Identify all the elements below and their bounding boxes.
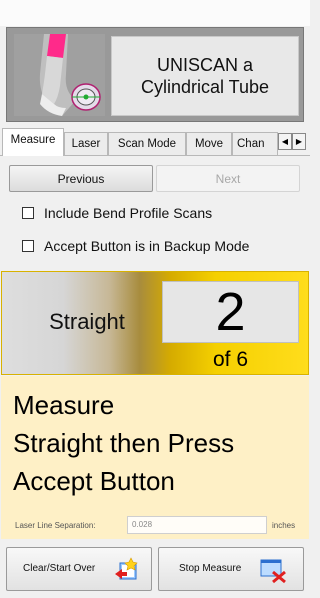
tab-scan-mode[interactable]: Scan Mode — [108, 132, 186, 155]
accept-backup-mode-option[interactable]: Accept Button is in Backup Mode — [22, 236, 249, 256]
page-title: UNISCAN a Cylindrical Tube — [111, 36, 299, 116]
include-bend-profile-option[interactable]: Include Bend Profile Scans — [22, 203, 212, 223]
straight-status-panel: Straight 2 of 6 — [1, 271, 309, 375]
stop-measure-label: Stop Measure — [179, 563, 242, 574]
arrow-right-icon: ▶ — [295, 137, 303, 146]
measure-panel: Previous Next Include Bend Profile Scans… — [0, 156, 310, 270]
clear-start-over-label: Clear/Start Over — [23, 563, 96, 574]
accept-backup-mode-label: Accept Button is in Backup Mode — [44, 238, 250, 254]
tab-channel[interactable]: Chan — [232, 132, 278, 155]
instruction-line-1: Measure — [13, 390, 115, 420]
top-strip — [0, 0, 310, 26]
instruction-line-3: Accept Button — [13, 466, 175, 496]
tab-laser[interactable]: Laser — [64, 132, 108, 155]
tab-scroll-left-button[interactable]: ◀ — [278, 133, 292, 150]
action-bar: Clear/Start Over Stop Measure — [0, 539, 310, 598]
previous-button[interactable]: Previous — [9, 165, 153, 192]
clear-start-over-button[interactable]: Clear/Start Over — [6, 547, 152, 591]
current-straight-count: 2 — [162, 281, 299, 343]
tab-scroll-right-button[interactable]: ▶ — [292, 133, 306, 150]
instruction-line-2: Straight then Press — [13, 428, 235, 458]
tab-bar: Measure Laser Scan Mode Move Chan ◀ ▶ — [0, 128, 310, 156]
tab-move[interactable]: Move — [186, 132, 232, 155]
include-bend-profile-checkbox[interactable] — [22, 207, 34, 219]
laser-separation-units: inches — [272, 521, 296, 530]
instructions-panel: Measure Straight then Press Accept Butto… — [1, 376, 309, 512]
total-straights-label: of 6 — [212, 348, 249, 371]
next-button[interactable]: Next — [156, 165, 300, 192]
segment-label: Straight — [49, 309, 125, 334]
accept-backup-mode-checkbox[interactable] — [22, 240, 34, 252]
laser-separation-row: Laser Line Separation: 0.028 inches — [1, 512, 309, 539]
tube-thumbnail — [14, 34, 105, 116]
include-bend-profile-label: Include Bend Profile Scans — [44, 205, 213, 221]
stop-measure-button[interactable]: Stop Measure — [158, 547, 304, 591]
stop-measure-icon — [259, 556, 287, 587]
laser-separation-label: Laser Line Separation: — [15, 521, 96, 530]
tab-measure[interactable]: Measure — [2, 128, 64, 156]
laser-separation-field[interactable]: 0.028 — [127, 516, 267, 534]
clear-restart-icon — [113, 556, 139, 585]
arrow-left-icon: ◀ — [281, 137, 289, 146]
header-panel: UNISCAN a Cylindrical Tube — [6, 27, 304, 122]
